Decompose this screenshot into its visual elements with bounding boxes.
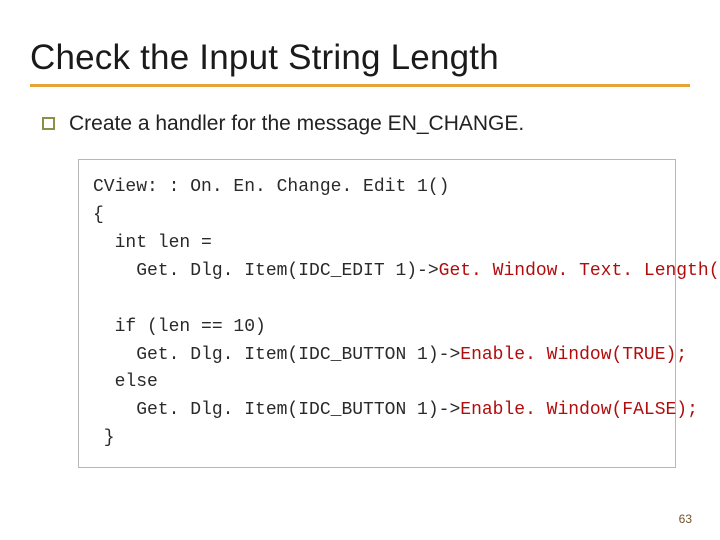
code-block: CView: : On. En. Change. Edit 1() { int … <box>78 159 676 468</box>
code-highlight: Get. Window. Text. Length(); <box>439 261 720 281</box>
bullet-text: Create a handler for the message EN_CHAN… <box>69 111 524 137</box>
code-highlight: Enable. Window(TRUE); <box>460 345 687 365</box>
code-highlight: Enable. Window(FALSE); <box>460 400 698 420</box>
code-line: CView: : On. En. Change. Edit 1() <box>93 177 449 197</box>
slide: Check the Input String Length Create a h… <box>0 0 720 540</box>
code-line: Get. Dlg. Item(IDC_BUTTON 1)-> <box>93 400 460 420</box>
page-title: Check the Input String Length <box>30 38 690 78</box>
code-line: { <box>93 205 104 225</box>
code-line: if (len == 10) <box>93 317 266 337</box>
code-line: Get. Dlg. Item(IDC_EDIT 1)-> <box>93 261 439 281</box>
bullet-item: Create a handler for the message EN_CHAN… <box>42 111 690 137</box>
code-line: else <box>93 372 158 392</box>
code-line: int len = <box>93 233 212 253</box>
title-underline <box>30 84 690 87</box>
code-line: Get. Dlg. Item(IDC_BUTTON 1)-> <box>93 345 460 365</box>
page-number: 63 <box>679 512 692 526</box>
code-content: CView: : On. En. Change. Edit 1() { int … <box>93 174 661 453</box>
bullet-square-icon <box>42 117 55 130</box>
code-line: } <box>93 428 115 448</box>
